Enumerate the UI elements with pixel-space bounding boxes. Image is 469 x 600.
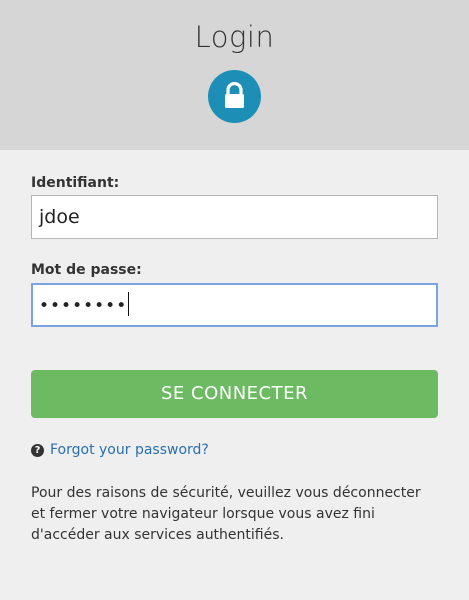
forgot-password-label: Forgot your password? bbox=[50, 442, 209, 458]
forgot-password-link[interactable]: ? Forgot your password? bbox=[31, 442, 209, 458]
password-input[interactable]: •••••••• bbox=[31, 283, 438, 327]
lock-icon bbox=[225, 82, 244, 108]
username-label: Identifiant: bbox=[31, 175, 120, 191]
password-value: •••••••• bbox=[39, 296, 128, 316]
username-value: jdoe bbox=[39, 206, 80, 228]
login-button[interactable]: SE CONNECTER bbox=[31, 370, 438, 418]
security-notice: Pour des raisons de sécurité, veuillez v… bbox=[31, 485, 421, 543]
password-label: Mot de passe: bbox=[31, 262, 142, 278]
lock-badge bbox=[208, 70, 261, 123]
question-circle-icon: ? bbox=[31, 443, 44, 457]
text-caret bbox=[128, 291, 130, 316]
page-title: Login bbox=[194, 20, 275, 54]
login-header: Login bbox=[0, 0, 469, 150]
username-input[interactable]: jdoe bbox=[31, 195, 438, 239]
